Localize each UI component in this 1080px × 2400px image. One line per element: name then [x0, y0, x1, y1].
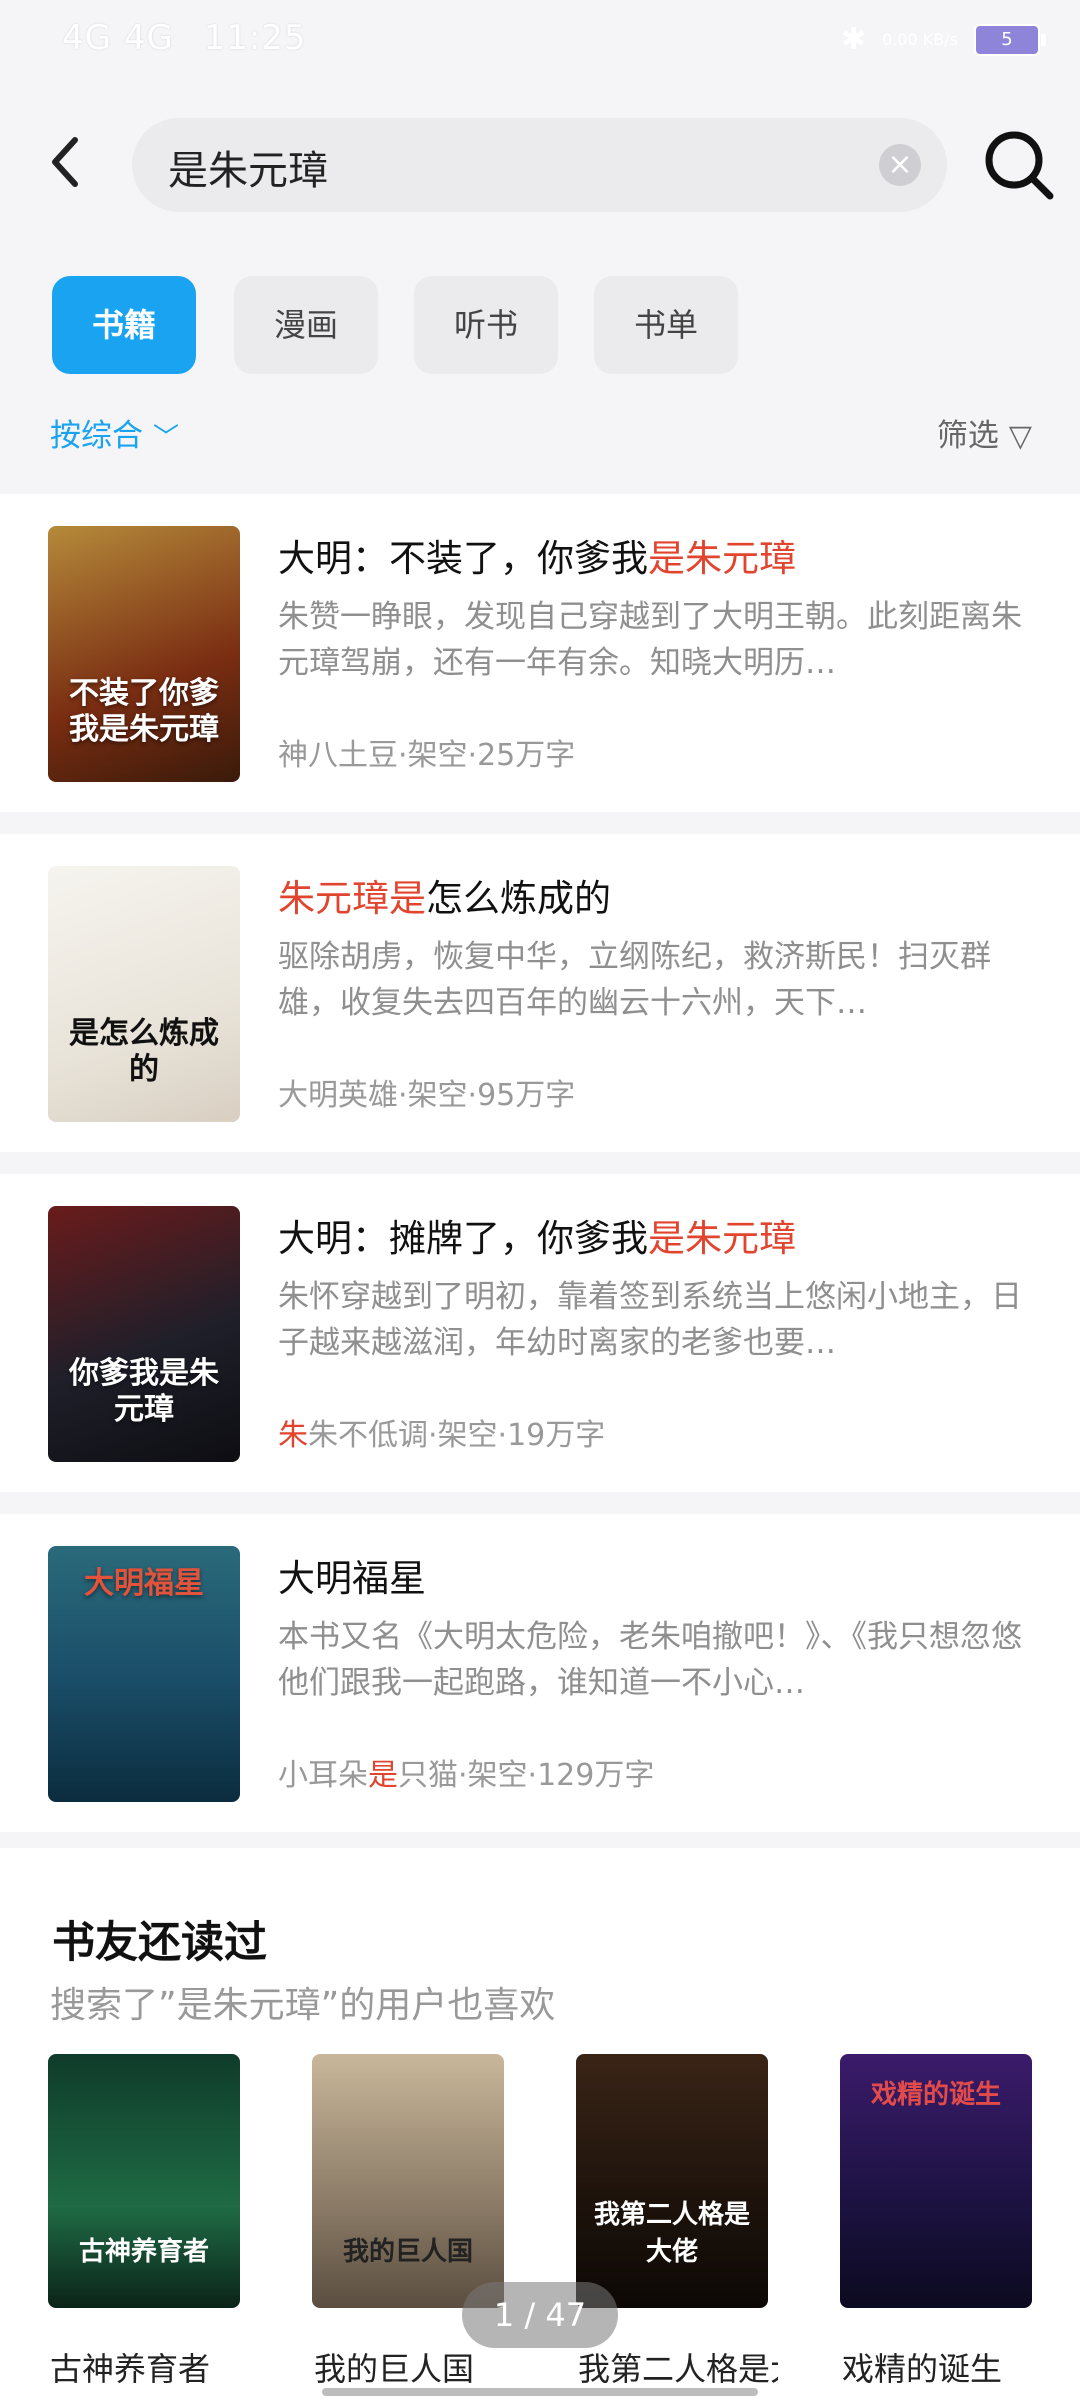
book-title-text: 大明：摊牌了，你爹我 [278, 1217, 648, 1260]
search-icon [985, 131, 1054, 200]
search-button[interactable] [980, 126, 1060, 206]
search-query: 是朱元璋 [168, 148, 328, 194]
book-meta-highlight: 朱 [278, 1418, 308, 1453]
book-item[interactable]: 大明福星 大明福星 本书又名《大明太危险，老朱咱撤吧！》、《我只想忽悠他们跟我一… [0, 1514, 1080, 1832]
recommend-cover[interactable]: 戏精的诞生 [840, 2054, 1032, 2308]
book-meta-text: 朱不低调·架空·19万字 [308, 1418, 606, 1453]
recommend-title[interactable]: 我第二人格是大佬 [578, 2344, 778, 2390]
back-button[interactable] [40, 132, 90, 196]
book-meta-highlight: 是 [368, 1758, 398, 1793]
bluetooth-icon: ✱ [840, 22, 867, 57]
battery-level: 5 [1001, 28, 1013, 50]
section-title: 书友还读过 [52, 1918, 267, 1968]
book-description: 本书又名《大明太危险，老朱咱撤吧！》、《我只想忽悠他们跟我一起跑路，谁知道一不小… [278, 1619, 1022, 1701]
recommend-cover-text: 我的巨人国 [342, 2237, 473, 2267]
tab-books[interactable]: 书籍 [52, 276, 196, 374]
tab-audiobooks[interactable]: 听书 [414, 276, 558, 374]
chevron-down-icon: ﹀ [153, 423, 180, 453]
book-title-text: 大明：不装了，你爹我 [278, 537, 648, 580]
book-cover-text: 不装了你爹我是朱元璋 [69, 676, 219, 747]
filter-label: 筛选 [936, 418, 999, 454]
recommend-title[interactable]: 古神养育者 [50, 2344, 250, 2390]
book-description: 驱除胡虏，恢复中华，立纲陈纪，救济斯民！扫灭群雄，收复失去四百年的幽云十六州，天… [278, 939, 991, 1021]
book-item[interactable]: 不装了你爹我是朱元璋 大明：不装了，你爹我是朱元璋 朱赞一睁眼，发现自己穿越到了… [0, 494, 1080, 812]
book-meta-text: 小耳朵 [278, 1758, 368, 1793]
book-title-highlight: 是朱元璋 [648, 1217, 796, 1260]
home-indicator[interactable] [322, 2388, 758, 2396]
book-cover: 大明福星 [48, 1546, 240, 1802]
search-input[interactable]: 是朱元璋 × [132, 118, 947, 212]
book-description: 朱赞一睁眼，发现自己穿越到了大明王朝。此刻距离朱元璋驾崩，还有一年有余。知晓大明… [278, 599, 1022, 681]
battery-icon: 5 [974, 23, 1046, 56]
book-cover: 不装了你爹我是朱元璋 [48, 526, 240, 782]
book-meta: 小耳朵是只猫·架空·129万字 [278, 1750, 654, 1794]
book-title: 大明福星 [278, 1557, 426, 1600]
book-cover: 是怎么炼成的 [48, 866, 240, 1122]
clear-search-button[interactable]: × [879, 144, 921, 186]
book-cover-text: 是怎么炼成的 [69, 1016, 219, 1087]
clock: 11:25 [203, 18, 307, 58]
recommend-cover-text: 我第二人格是大佬 [593, 2200, 750, 2267]
network-speed: 0.00 KB/s [882, 29, 958, 49]
book-meta: 神八土豆·架空·25万字 [278, 738, 576, 773]
sort-dropdown[interactable]: 按综合 ﹀ [50, 410, 179, 455]
recommend-cover[interactable]: 我的巨人国 [312, 2054, 504, 2308]
filter-button[interactable]: 筛选 ▽ [937, 410, 1032, 455]
network-indicator: 4G 4G [62, 18, 174, 58]
close-icon: × [887, 147, 913, 182]
book-title: 大明：摊牌了，你爹我是朱元璋 [278, 1208, 796, 1262]
book-cover-text: 大明福星 [84, 1566, 204, 1601]
status-left: 4G 4G 11:25 [62, 18, 307, 58]
book-item[interactable]: 是怎么炼成的 朱元璋是怎么炼成的 驱除胡虏，恢复中华，立纲陈纪，救济斯民！扫灭群… [0, 834, 1080, 1152]
book-title: 朱元璋是怎么炼成的 [278, 868, 611, 922]
book-description: 朱怀穿越到了明初，靠着签到系统当上悠闲小地主，日子越来越滋润，年幼时离家的老爹也… [278, 1279, 1022, 1361]
filter-icon: ▽ [1008, 419, 1032, 454]
status-bar: 4G 4G 11:25 ✱ 0.00 KB/s 5 [0, 0, 1080, 84]
book-cover: 你爹我是朱元璋 [48, 1206, 240, 1462]
tab-booklists[interactable]: 书单 [594, 276, 738, 374]
book-title: 大明：不装了，你爹我是朱元璋 [278, 528, 796, 582]
book-item[interactable]: 你爹我是朱元璋 大明：摊牌了，你爹我是朱元璋 朱怀穿越到了明初，靠着签到系统当上… [0, 1174, 1080, 1492]
recommend-cover[interactable]: 我第二人格是大佬 [576, 2054, 768, 2308]
status-right: ✱ 0.00 KB/s 5 [840, 22, 1046, 57]
recommend-title[interactable]: 我的巨人国 [314, 2344, 514, 2390]
recommend-title[interactable]: 戏精的诞生 [842, 2344, 1042, 2390]
page-indicator: 1 / 47 [462, 2282, 618, 2348]
recommend-cover-text: 戏精的诞生 [870, 2080, 1001, 2110]
book-title-highlight: 是朱元璋 [648, 537, 796, 580]
chevron-left-icon [52, 137, 78, 187]
tab-comics[interactable]: 漫画 [234, 276, 378, 374]
book-title-text: 怎么炼成的 [426, 877, 611, 920]
recommend-cover-text: 古神养育者 [78, 2237, 209, 2267]
book-cover-text: 你爹我是朱元璋 [69, 1356, 219, 1427]
section-subtitle: 搜索了”是朱元璋”的用户也喜欢 [50, 1985, 556, 2026]
book-meta-text: 只猫·架空·129万字 [398, 1758, 655, 1793]
sort-label: 按综合 [50, 418, 143, 454]
book-meta: 大明英雄·架空·95万字 [278, 1078, 576, 1113]
book-title-highlight: 朱元璋是 [278, 877, 426, 920]
recommend-cover[interactable]: 古神养育者 [48, 2054, 240, 2308]
book-meta: 朱朱不低调·架空·19万字 [278, 1410, 605, 1454]
